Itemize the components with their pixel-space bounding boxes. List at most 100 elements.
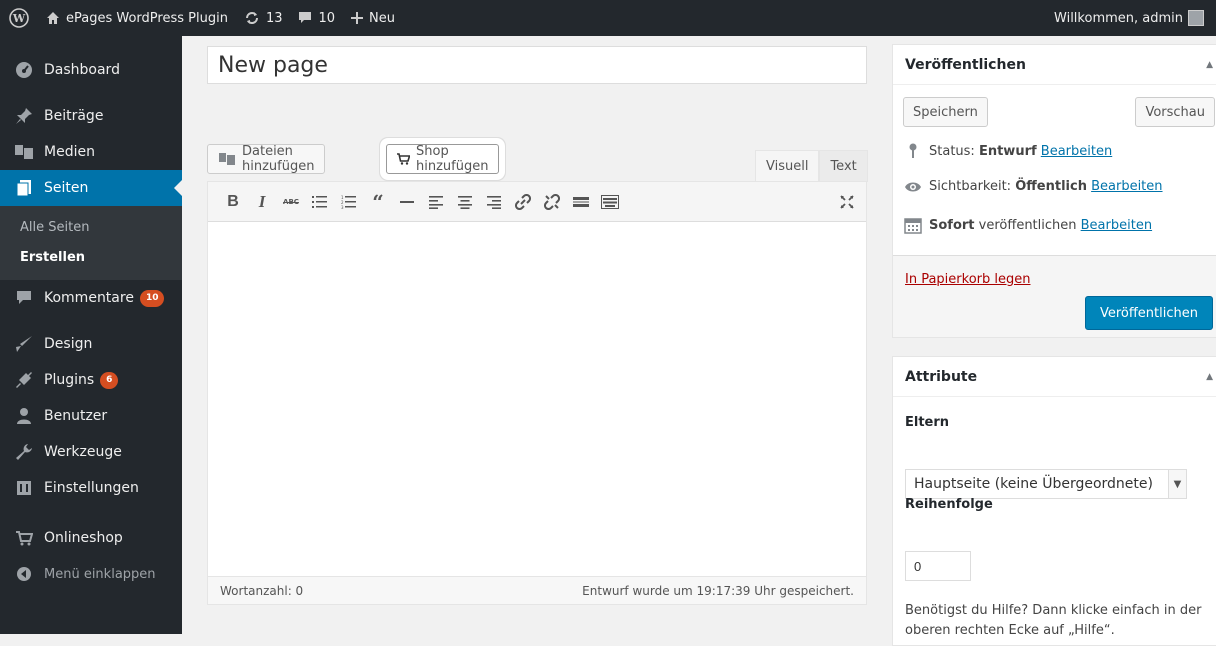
comments-link[interactable]: 10 <box>290 0 343 36</box>
plugins-badge: 6 <box>100 371 119 389</box>
pages-submenu: Alle Seiten Erstellen <box>0 206 182 280</box>
word-count: Wortanzahl: 0 <box>220 583 304 598</box>
horizontal-line-button[interactable] <box>394 189 420 215</box>
schedule-value: Sofort <box>929 217 975 233</box>
welcome-text: Willkommen, admin <box>1054 10 1183 26</box>
calendar-icon <box>903 216 923 234</box>
sidebar-item-benutzer[interactable]: Benutzer <box>0 398 182 434</box>
fullscreen-button[interactable] <box>834 189 860 215</box>
collapse-menu-button[interactable]: Menü einklappen <box>0 556 182 592</box>
publish-actions: In Papierkorb legen Veröffentlichen <box>893 255 1216 337</box>
editor-statusbar: Wortanzahl: 0 Entwurf wurde um 19:17:39 … <box>208 576 866 604</box>
sidebar-item-design[interactable]: Design <box>0 326 182 362</box>
editor-content-area[interactable] <box>208 222 866 576</box>
wordpress-logo-icon[interactable]: W <box>0 0 38 36</box>
add-shop-label: Shop hinzufügen <box>416 144 489 174</box>
bullet-list-button[interactable] <box>307 189 333 215</box>
italic-button[interactable]: I <box>249 189 275 215</box>
publish-box-header[interactable]: Veröffentlichen ▲ <box>893 45 1216 85</box>
align-left-button[interactable] <box>423 189 449 215</box>
sidebar-item-label: Werkzeuge <box>44 444 122 460</box>
publish-box-title: Veröffentlichen <box>905 56 1026 73</box>
toolbar-toggle-button[interactable] <box>597 189 623 215</box>
users-icon <box>14 406 34 426</box>
help-text: Benötigst du Hilfe? Dann klicke einfach … <box>905 603 1202 638</box>
numbered-list-button[interactable]: 123 <box>336 189 362 215</box>
status-label: Status: <box>929 143 975 159</box>
save-draft-button[interactable]: Speichern <box>903 97 988 127</box>
comments-icon <box>14 288 34 308</box>
align-center-button[interactable] <box>452 189 478 215</box>
collapse-label: Menü einklappen <box>44 566 156 582</box>
order-input[interactable] <box>905 551 971 581</box>
add-media-button[interactable]: Dateien hinzufügen <box>207 144 326 174</box>
collapse-up-icon[interactable]: ▲ <box>1206 372 1213 382</box>
numbered-list-icon: 123 <box>341 195 356 209</box>
edit-status-link[interactable]: Bearbeiten <box>1041 144 1112 159</box>
read-more-button[interactable] <box>568 189 594 215</box>
site-name: ePages WordPress Plugin <box>66 10 228 26</box>
parent-label: Eltern <box>905 415 950 430</box>
sidebar-item-einstellungen[interactable]: Einstellungen <box>0 470 182 506</box>
comments-count: 10 <box>318 10 336 26</box>
edit-visibility-link[interactable]: Bearbeiten <box>1091 179 1162 194</box>
sidebar-item-label: Seiten <box>44 180 89 196</box>
keyboard-icon <box>601 194 619 209</box>
sidebar-item-medien[interactable]: Medien <box>0 134 182 170</box>
move-to-trash-link[interactable]: In Papierkorb legen <box>905 272 1030 287</box>
strikethrough-button[interactable]: ABC <box>278 189 304 215</box>
schedule-row: Sofort veröffentlichen Bearbeiten <box>903 216 1152 234</box>
pin-icon <box>14 106 34 126</box>
site-name-link[interactable]: ePages WordPress Plugin <box>38 0 236 36</box>
pin-icon <box>903 143 923 159</box>
home-icon <box>46 11 60 25</box>
chevron-down-icon: ▼ <box>1168 470 1186 498</box>
brush-icon <box>14 334 34 354</box>
tab-text[interactable]: Text <box>819 150 868 182</box>
wrench-icon <box>14 442 34 462</box>
align-right-button[interactable] <box>481 189 507 215</box>
new-label: Neu <box>369 10 395 26</box>
new-content-link[interactable]: Neu <box>343 0 403 36</box>
preview-button[interactable]: Vorschau <box>1135 97 1215 127</box>
media-icon <box>14 142 34 162</box>
updates-link[interactable]: 13 <box>236 0 291 36</box>
visibility-row: Sichtbarkeit: Öffentlich Bearbeiten <box>903 179 1163 194</box>
fullscreen-icon <box>840 194 854 209</box>
bold-button[interactable]: B <box>220 189 246 215</box>
submenu-create[interactable]: Erstellen <box>0 242 182 272</box>
sidebar-item-onlineshop[interactable]: Onlineshop <box>0 520 182 556</box>
sidebar-item-seiten[interactable]: Seiten <box>0 170 182 206</box>
pages-icon <box>14 178 34 198</box>
add-shop-button[interactable]: Shop hinzufügen <box>386 144 500 174</box>
sidebar-item-werkzeuge[interactable]: Werkzeuge <box>0 434 182 470</box>
tab-visual[interactable]: Visuell <box>755 150 820 182</box>
edit-schedule-link[interactable]: Bearbeiten <box>1081 218 1152 233</box>
unlink-icon <box>544 193 560 210</box>
parent-select[interactable]: Hauptseite (keine Übergeordnete) ▼ <box>905 469 1187 499</box>
account-menu[interactable]: Willkommen, admin <box>1046 0 1216 36</box>
collapse-up-icon[interactable]: ▲ <box>1206 60 1213 70</box>
admin-sidebar: Dashboard Beiträge Medien Seiten Alle Se… <box>0 36 182 634</box>
sidebar-item-beitraege[interactable]: Beiträge <box>0 98 182 134</box>
sidebar-item-label: Benutzer <box>44 408 108 424</box>
sidebar-item-kommentare[interactable]: Kommentare 10 <box>0 280 182 316</box>
cart-icon <box>14 528 34 548</box>
remove-link-button[interactable] <box>539 189 565 215</box>
submenu-all-pages[interactable]: Alle Seiten <box>0 212 182 242</box>
sidebar-item-plugins[interactable]: Plugins 6 <box>0 362 182 398</box>
svg-text:3: 3 <box>341 205 344 209</box>
schedule-label: veröffentlichen <box>978 217 1077 233</box>
align-center-icon <box>458 195 472 209</box>
blockquote-button[interactable]: “ <box>365 189 391 215</box>
publish-button[interactable]: Veröffentlichen <box>1084 296 1213 330</box>
content-editor: B I ABC 123 “ Wortanzahl: 0 Entwurf wurd… <box>207 181 867 605</box>
admin-bar: W ePages WordPress Plugin 13 10 Neu Will… <box>0 0 1216 36</box>
sidebar-item-dashboard[interactable]: Dashboard <box>0 52 182 88</box>
sidebar-item-label: Medien <box>44 144 95 160</box>
horizontal-line-icon <box>400 200 414 203</box>
cart-icon <box>397 153 410 165</box>
attributes-box-header[interactable]: Attribute ▲ <box>893 357 1216 397</box>
insert-link-button[interactable] <box>510 189 536 215</box>
post-title-input[interactable] <box>207 46 867 84</box>
